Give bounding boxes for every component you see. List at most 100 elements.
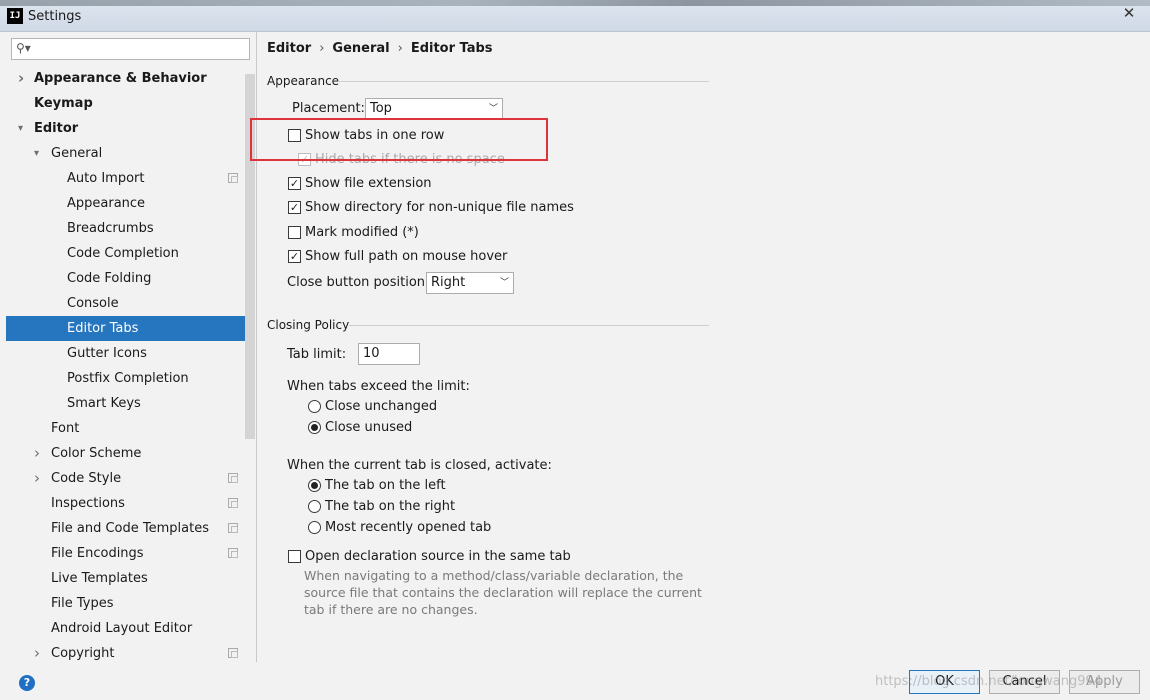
most-recent-tab-radio[interactable] [308, 521, 321, 534]
sidebar-item-label: Color Scheme [51, 446, 142, 461]
sidebar-item-label: Code Style [51, 471, 122, 486]
close-unused-radio[interactable] [308, 421, 321, 434]
sidebar-item-label: Appearance [67, 196, 146, 211]
sidebar-item-general[interactable]: ▾ General [6, 141, 251, 166]
chevron-right-icon[interactable]: › [18, 66, 24, 91]
show-directory-label: Show directory for non-unique file names [305, 200, 574, 215]
project-scope-icon [228, 498, 238, 508]
show-file-extension-checkbox[interactable]: ✓ [288, 177, 301, 190]
show-file-extension-label: Show file extension [305, 176, 432, 191]
chevron-down-icon[interactable]: ▾ [34, 141, 39, 166]
sidebar-item-label: Font [51, 421, 80, 436]
tab-on-left-radio[interactable] [308, 479, 321, 492]
sidebar-item-label: Copyright [51, 646, 115, 661]
sidebar-item-label: Live Templates [51, 571, 148, 586]
project-scope-icon [228, 648, 238, 658]
open-declaration-checkbox[interactable] [288, 550, 301, 563]
sidebar-item-editor[interactable]: ▾ Editor [6, 116, 251, 141]
sidebar-item-copyright[interactable]: › Copyright [6, 641, 251, 662]
chevron-down-icon[interactable]: ▾ [18, 116, 23, 141]
sidebar-item-code-completion[interactable]: Code Completion [6, 241, 251, 266]
search-input[interactable] [36, 41, 236, 57]
sidebar-item-file-types[interactable]: File Types [6, 591, 251, 616]
search-icon: ⚲▾ [16, 41, 31, 55]
chevron-down-icon: ﹀ [499, 278, 509, 288]
mark-modified-label: Mark modified (*) [305, 225, 419, 240]
close-button-position-dropdown[interactable]: Right ﹀ [426, 272, 514, 294]
sidebar-item-breadcrumbs[interactable]: Breadcrumbs [6, 216, 251, 241]
sidebar-item-label: Appearance & Behavior [34, 71, 207, 86]
placement-value: Top [370, 101, 392, 116]
sidebar-item-label: Editor Tabs [67, 321, 139, 336]
sidebar-item-smart-keys[interactable]: Smart Keys [6, 391, 251, 416]
sidebar-item-keymap[interactable]: Keymap [6, 91, 251, 116]
sidebar-item-code-style[interactable]: › Code Style [6, 466, 251, 491]
chevron-right-icon[interactable]: › [34, 466, 40, 491]
show-full-path-checkbox[interactable]: ✓ [288, 250, 301, 263]
tab-limit-input[interactable]: 10 [358, 343, 420, 365]
sidebar-item-label: Auto Import [67, 171, 145, 186]
tab-limit-label: Tab limit: [287, 347, 347, 362]
breadcrumb-general: General [332, 41, 390, 56]
mark-modified-checkbox[interactable] [288, 226, 301, 239]
sidebar-item-font[interactable]: Font [6, 416, 251, 441]
watermark: https://blog.csdn.net/longwang994 [875, 674, 1103, 689]
activate-label: When the current tab is closed, activate… [287, 458, 552, 473]
breadcrumb-separator: › [319, 41, 325, 56]
sidebar-item-label: Smart Keys [67, 396, 141, 411]
sidebar-item-inspections[interactable]: Inspections [6, 491, 251, 516]
sidebar-item-label: Console [67, 296, 119, 311]
sidebar-item-live-templates[interactable]: Live Templates [6, 566, 251, 591]
closing-policy-group-title: Closing Policy [267, 318, 350, 332]
sidebar-item-console[interactable]: Console [6, 291, 251, 316]
sidebar-item-auto-import[interactable]: Auto Import [6, 166, 251, 191]
close-icon[interactable]: ✕ [1108, 0, 1150, 24]
group-divider [339, 81, 709, 82]
dialog-button-bar: ? OK Cancel Apply https://blog.csdn.net/… [0, 662, 1150, 700]
sidebar-item-postfix-completion[interactable]: Postfix Completion [6, 366, 251, 391]
close-unused-label: Close unused [325, 420, 413, 435]
sidebar-item-label: Gutter Icons [67, 346, 147, 361]
title-bar: IJ Settings ✕ [0, 0, 1150, 32]
close-unchanged-label: Close unchanged [325, 399, 438, 414]
sidebar-item-label: Editor [34, 121, 79, 136]
tab-on-right-radio[interactable] [308, 500, 321, 513]
breadcrumb-editor-tabs: Editor Tabs [410, 41, 493, 56]
sidebar-item-file-and-code-templates[interactable]: File and Code Templates [6, 516, 251, 541]
most-recent-tab-label: Most recently opened tab [325, 520, 492, 535]
sidebar-item-file-encodings[interactable]: File Encodings [6, 541, 251, 566]
sidebar-item-gutter-icons[interactable]: Gutter Icons [6, 341, 251, 366]
placement-dropdown[interactable]: Top ﹀ [365, 98, 503, 120]
chevron-right-icon[interactable]: › [34, 441, 40, 466]
sidebar-item-appearance[interactable]: Appearance [6, 191, 251, 216]
group-divider [349, 325, 709, 326]
sidebar-item-color-scheme[interactable]: › Color Scheme [6, 441, 251, 466]
sidebar-item-label: Breadcrumbs [67, 221, 154, 236]
title-bar-background [0, 0, 1150, 6]
chevron-down-icon: ﹀ [488, 104, 498, 114]
sidebar-item-code-folding[interactable]: Code Folding [6, 266, 251, 291]
sidebar-item-appearance-behavior[interactable]: › Appearance & Behavior [6, 66, 251, 91]
open-declaration-help: When navigating to a method/class/variab… [304, 568, 702, 617]
project-scope-icon [228, 523, 238, 533]
appearance-group-title: Appearance [267, 74, 340, 88]
sidebar-item-label: File and Code Templates [51, 521, 209, 536]
close-unchanged-radio[interactable] [308, 400, 321, 413]
settings-sidebar: ⚲▾ › Appearance & Behavior Keymap ▾ Editor ▾ G… [6, 32, 257, 662]
window-title: Settings [28, 9, 82, 24]
sidebar-item-label: General [51, 146, 103, 161]
sidebar-item-label: Code Folding [67, 271, 152, 286]
breadcrumb-separator: › [397, 41, 403, 56]
settings-search-field[interactable]: ⚲▾ [11, 38, 250, 60]
highlight-annotation [250, 118, 548, 161]
tab-on-left-label: The tab on the left [325, 478, 446, 493]
intellij-app-icon: IJ [7, 8, 23, 24]
sidebar-item-editor-tabs[interactable]: Editor Tabs [6, 316, 251, 341]
exceed-limit-label: When tabs exceed the limit: [287, 379, 470, 394]
sidebar-item-android-layout-editor[interactable]: Android Layout Editor [6, 616, 251, 641]
chevron-right-icon[interactable]: › [34, 641, 40, 662]
help-icon[interactable]: ? [19, 675, 35, 691]
show-directory-checkbox[interactable]: ✓ [288, 201, 301, 214]
placement-label: Placement: [292, 101, 365, 116]
breadcrumb: Editor › General › Editor Tabs [267, 41, 493, 56]
